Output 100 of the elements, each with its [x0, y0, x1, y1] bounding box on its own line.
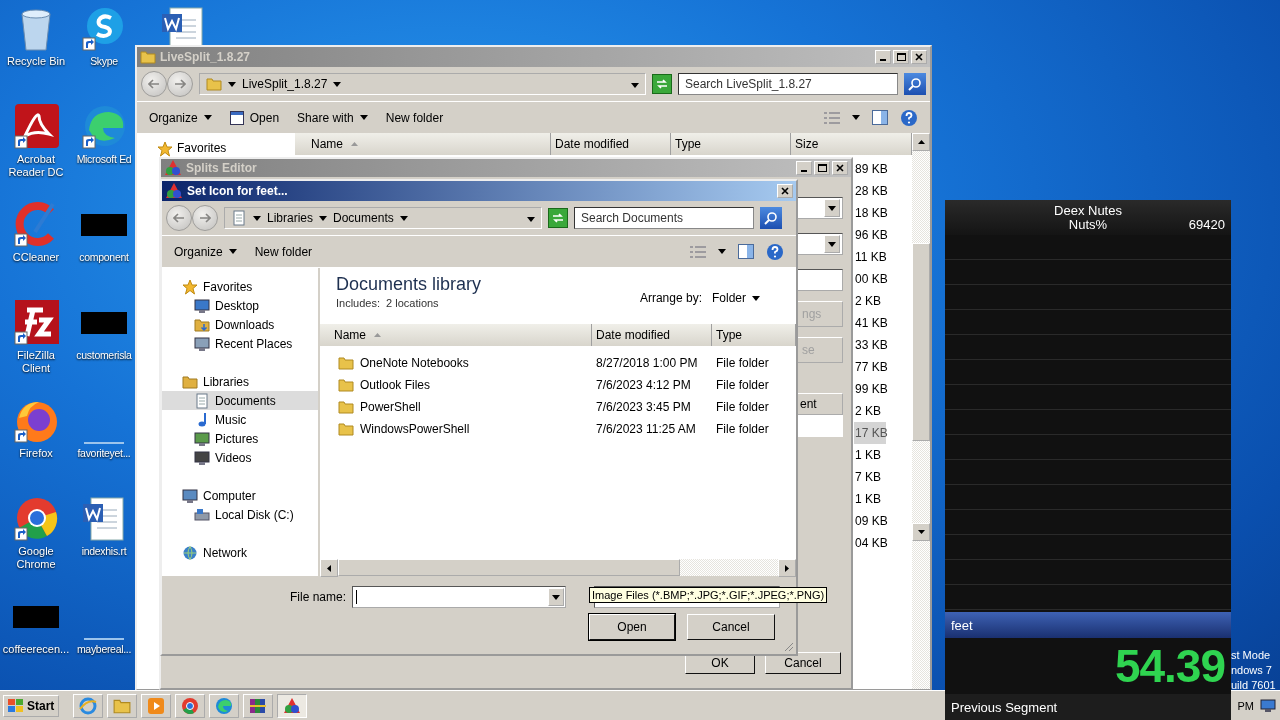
toolbar-button[interactable]: Share with: [297, 110, 368, 125]
nav-item[interactable]: Network: [162, 543, 318, 562]
help-icon[interactable]: [766, 242, 784, 261]
start-button[interactable]: Start: [3, 694, 60, 717]
dropdown[interactable]: [797, 233, 843, 255]
desktop-icon[interactable]: FileZilla Client: [2, 300, 70, 375]
icon-label: Skype: [90, 55, 118, 68]
preview-pane-icon[interactable]: [738, 244, 754, 259]
column-header[interactable]: Date modified: [592, 324, 712, 346]
scroll-up-icon: [917, 140, 925, 144]
scroll-down-icon: [917, 530, 925, 534]
toolbar-button[interactable]: Open: [229, 110, 280, 125]
column-header[interactable]: Type: [671, 133, 791, 155]
toolbar-button[interactable]: Organize: [149, 110, 212, 125]
arrange-dropdown[interactable]: Folder: [712, 291, 760, 305]
nav-item[interactable]: Computer: [162, 486, 318, 505]
icon-label: Microsoft Ed: [76, 153, 132, 166]
desktop-icon[interactable]: Skype: [81, 6, 127, 68]
close-button[interactable]: [832, 161, 848, 175]
column-header[interactable]: Date modified: [551, 133, 671, 155]
address-bar[interactable]: Libraries Documents: [224, 207, 542, 229]
file-row[interactable]: Outlook Files 7/6/2023 4:12 PM File folder: [320, 374, 796, 396]
back-arrow-icon: [173, 213, 185, 223]
file-row[interactable]: PowerShell 7/6/2023 3:45 PM File folder: [320, 396, 796, 418]
desktop-icon[interactable]: maybereal...: [76, 594, 132, 656]
refresh-button[interactable]: [652, 74, 672, 94]
desktop-icon[interactable]: CCleaner: [2, 202, 70, 264]
search-field[interactable]: Search LiveSplit_1.8.27: [678, 73, 898, 95]
text-field[interactable]: [797, 269, 843, 291]
close-button[interactable]: [777, 184, 793, 198]
file-row[interactable]: WindowsPowerShell 7/6/2023 11:25 AM File folder: [320, 418, 796, 440]
nav-item[interactable]: Favorites: [162, 277, 318, 296]
column-header[interactable]: ent: [797, 393, 843, 415]
file-name: Outlook Files: [360, 378, 431, 392]
maximize-button[interactable]: [893, 50, 909, 64]
toolbar-button[interactable]: New folder: [254, 244, 313, 259]
search-button[interactable]: [760, 207, 782, 229]
column-header[interactable]: Name: [320, 324, 592, 346]
arrange-label: Arrange by:: [639, 291, 702, 305]
search-button[interactable]: [904, 73, 926, 95]
nav-label: Pictures: [215, 431, 259, 446]
taskbar-app[interactable]: [277, 693, 308, 718]
toolbar-button[interactable]: Organize: [174, 244, 237, 259]
redacted-block: [81, 214, 127, 236]
dialog-button[interactable]: Cancel: [765, 652, 841, 674]
horizontal-scrollbar[interactable]: [320, 559, 796, 576]
address-bar[interactable]: LiveSplit_1.8.27: [199, 73, 646, 95]
nav-item[interactable]: Downloads: [162, 315, 318, 334]
help-icon[interactable]: [900, 108, 918, 127]
breadcrumb[interactable]: Documents: [333, 211, 394, 225]
nav-label[interactable]: Favorites: [177, 141, 227, 155]
desktop-icon[interactable]: Google Chrome: [2, 496, 70, 571]
dropdown[interactable]: [797, 197, 843, 219]
nav-item[interactable]: Desktop: [162, 296, 318, 315]
desktop-icon[interactable]: Firefox: [2, 398, 70, 460]
breadcrumb[interactable]: Libraries: [267, 211, 314, 225]
close-button[interactable]: [911, 50, 927, 64]
desktop-icon[interactable]: customerisla: [76, 300, 132, 362]
taskbar-app[interactable]: [175, 693, 206, 718]
column-header[interactable]: Size: [791, 133, 912, 155]
nav-item[interactable]: Local Disk (C:): [162, 505, 318, 524]
nav-item[interactable]: Libraries: [162, 372, 318, 391]
dialog-button[interactable]: Open: [589, 614, 675, 640]
breadcrumb[interactable]: LiveSplit_1.8.27: [242, 77, 328, 91]
desktop-icon[interactable]: component: [79, 202, 129, 264]
search-field[interactable]: Search Documents: [574, 207, 754, 229]
file-name-field[interactable]: [352, 586, 567, 608]
desktop-icon[interactable]: Acrobat Reader DC: [2, 104, 70, 179]
view-menu-caret-icon: [852, 115, 860, 120]
nav-item[interactable]: Music: [162, 410, 318, 429]
desktop-icon[interactable]: coffeerecen...: [2, 594, 70, 656]
column-header[interactable]: Name: [295, 133, 551, 155]
desktop-icon[interactable]: Microsoft Ed: [76, 104, 132, 166]
dialog-button[interactable]: Cancel: [687, 614, 775, 640]
nav-label: Favorites: [203, 279, 253, 294]
taskbar-app[interactable]: [73, 693, 104, 718]
nav-label: Network: [203, 545, 247, 560]
nav-item[interactable]: Documents: [162, 391, 318, 410]
window-icon: [229, 110, 244, 125]
desktop-icon[interactable]: favoriteyet...: [77, 398, 131, 460]
preview-pane-icon[interactable]: [872, 110, 888, 125]
taskbar-app[interactable]: [209, 693, 240, 718]
minimize-button[interactable]: [875, 50, 891, 64]
column-header[interactable]: Type: [712, 324, 796, 346]
nav-item[interactable]: Pictures: [162, 429, 318, 448]
history-caret-icon: [527, 217, 535, 222]
file-row[interactable]: OneNote Notebooks 8/27/2018 1:00 PM File folder: [320, 352, 796, 374]
taskbar-app[interactable]: [243, 693, 274, 718]
locations-link[interactable]: 2 locations: [386, 297, 439, 309]
desktop-icon[interactable]: Recycle Bin: [2, 6, 70, 68]
nav-label: Videos: [215, 450, 252, 465]
desktop-icon[interactable]: indexhis.rt: [81, 496, 127, 558]
nav-item[interactable]: Videos: [162, 448, 318, 467]
star-icon: [157, 141, 173, 157]
scrollbar[interactable]: [912, 133, 930, 689]
refresh-button[interactable]: [548, 208, 568, 228]
minimize-button[interactable]: [796, 161, 812, 175]
toolbar-button[interactable]: New folder: [385, 110, 444, 125]
maximize-button[interactable]: [814, 161, 830, 175]
nav-item[interactable]: Recent Places: [162, 334, 318, 353]
